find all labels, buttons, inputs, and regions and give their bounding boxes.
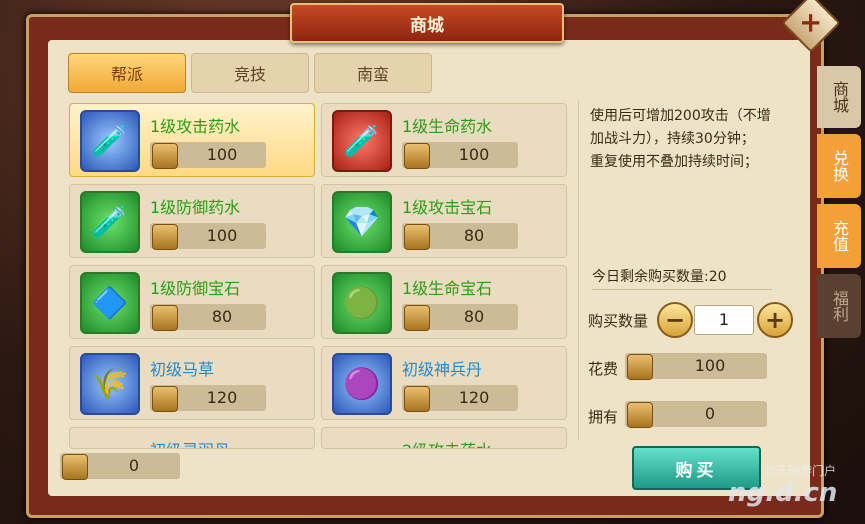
tab-nanman[interactable]: 南蛮 [314,53,432,93]
item-card[interactable]: 🧪 1级防御药水 100 [69,184,315,258]
item-price: 120 [206,388,238,407]
item-card[interactable]: 💎 1级攻击宝石 80 [321,184,567,258]
own-value: 0 [704,404,716,423]
item-name: 1级防御药水 [150,198,241,217]
plus-button[interactable]: + [757,302,793,338]
red-gem-icon: 💎 [332,191,392,253]
qty-label: 购买数量 [588,312,649,330]
item-price: 80 [211,307,233,326]
token-icon [404,224,430,250]
currency-value: 0 [128,456,140,475]
item-price: 120 [458,388,490,407]
price-box: 120 [402,385,518,412]
side-tab-recharge[interactable]: 充值 [817,204,861,268]
token-icon [152,224,178,250]
item-price: 100 [458,145,490,164]
item-name: 2级攻击药水 [402,437,492,448]
blue-gem-icon: 🔷 [80,272,140,334]
token-icon [62,454,88,480]
minus-icon: − [664,306,686,334]
token-icon [404,143,430,169]
currency-bar: 0 [60,453,180,480]
side-tab-exchange[interactable]: 兑换 [817,134,861,198]
own-box: 0 [625,401,767,428]
own-label: 拥有 [588,408,619,426]
watermark-logo: ng.d.cn [728,478,838,508]
item-card[interactable]: 2级攻击药水 [321,427,567,449]
item-card[interactable]: 🟣 初级神兵丹 120 [321,346,567,420]
watermark-text: 当乐网游门户 [764,464,837,478]
item-price: 80 [463,307,485,326]
item-card[interactable]: 🟢 1级生命宝石 80 [321,265,567,339]
price-box: 80 [150,304,266,331]
token-icon [152,386,178,412]
divider [578,100,579,440]
cost-label: 花费 [588,360,619,378]
item-card[interactable]: 🧪 1级生命药水 100 [321,103,567,177]
item-description: 使用后可增加200攻击（不增 加战斗力），持续30分钟； 重复使用不叠加持续时间… [590,108,771,170]
item-name: 1级攻击药水 [150,117,241,136]
item-name: 1级生命宝石 [402,279,493,298]
item-card[interactable]: 初级灵羽丹 [69,427,315,449]
token-icon [627,354,653,380]
item-price: 80 [463,226,485,245]
side-tab-shop[interactable]: 商城 [817,66,861,128]
item-price: 100 [206,226,238,245]
blue-potion-icon: 🧪 [80,110,140,172]
item-name: 1级防御宝石 [150,279,241,298]
plus-icon: + [764,306,786,334]
remaining-count: 今日剩余购买数量:20 [592,266,772,290]
item-card[interactable]: 🔷 1级防御宝石 80 [69,265,315,339]
price-box: 100 [150,223,266,250]
green-potion-icon: 🧪 [80,191,140,253]
price-box: 120 [150,385,266,412]
tab-jingji[interactable]: 竞技 [191,53,309,93]
item-name: 初级马草 [150,360,215,379]
token-icon [404,386,430,412]
purple-pill-icon: 🟣 [332,353,392,415]
token-icon [152,143,178,169]
item-name: 初级灵羽丹 [150,437,230,448]
price-box: 100 [150,142,266,169]
token-icon [404,305,430,331]
red-potion-icon: 🧪 [332,110,392,172]
close-icon: + [795,11,828,35]
item-price: 100 [206,145,238,164]
token-icon [152,305,178,331]
item-card[interactable]: 🌾 初级马草 120 [69,346,315,420]
item-name: 1级生命药水 [402,117,493,136]
window-title: 商城 [290,3,564,43]
quantity-input[interactable]: 1 [694,305,754,335]
token-icon [627,402,653,428]
tab-bangpai[interactable]: 帮派 [68,53,186,93]
cost-box: 100 [625,353,767,380]
cost-value: 100 [694,356,726,375]
price-box: 100 [402,142,518,169]
item-card[interactable]: 🧪 1级攻击药水 100 [69,103,315,177]
green-gem-icon: 🟢 [332,272,392,334]
hay-icon: 🌾 [80,353,140,415]
side-tab-welfare[interactable]: 福利 [817,274,861,338]
price-box: 80 [402,304,518,331]
item-name: 1级攻击宝石 [402,198,493,217]
price-box: 80 [402,223,518,250]
minus-button[interactable]: − [657,302,693,338]
item-name: 初级神兵丹 [402,360,483,379]
